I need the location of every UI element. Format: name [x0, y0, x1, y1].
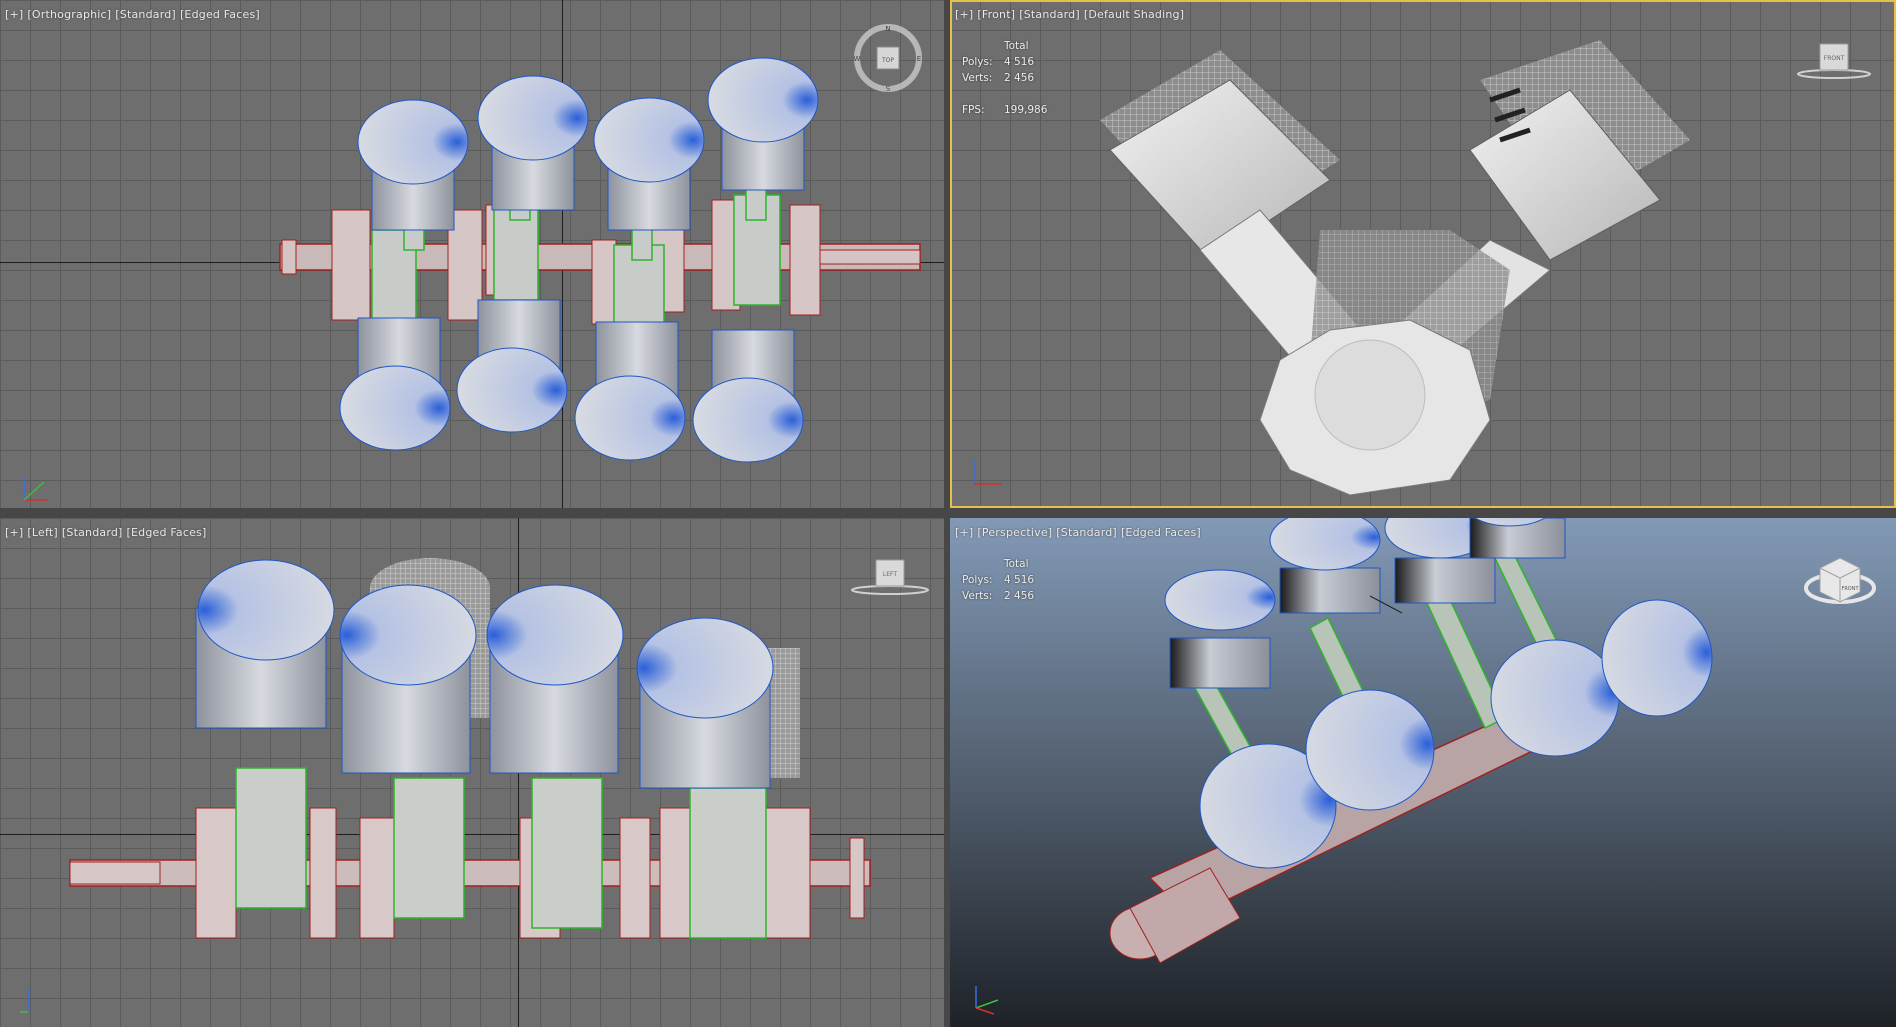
piston	[477, 75, 589, 211]
engine-model-front-view[interactable]	[950, 0, 1896, 508]
polys-label: Polys:	[962, 56, 993, 68]
viewport-label[interactable]: [+] [Perspective] [Standard] [Edged Faces]	[955, 526, 1205, 539]
viewport-label[interactable]: [+] [Left] [Standard] [Edged Faces]	[5, 526, 210, 539]
viewport-pov-label[interactable]: [Orthographic]	[27, 8, 111, 21]
engine-model-perspective-view[interactable]	[950, 518, 1896, 1027]
world-axis-tripod-icon	[973, 460, 1002, 485]
piston	[1305, 689, 1435, 811]
piston	[1164, 569, 1276, 689]
viewcube-face-label: FRONT	[1824, 55, 1845, 62]
stats-header: Total	[1004, 40, 1029, 52]
viewport-quality-label[interactable]: [Standard]	[1019, 8, 1080, 21]
viewport-shading-label[interactable]: [Edged Faces]	[180, 8, 260, 21]
piston	[574, 321, 686, 461]
viewport-front[interactable]: [+] [Front] [Standard] [Default Shading] To…	[950, 0, 1896, 508]
viewport-label[interactable]: [+] [Orthographic] [Standard] [Edged Faces]	[5, 8, 264, 21]
viewport-shading-label[interactable]: [Edged Faces]	[1121, 526, 1201, 539]
polys-value: 4 516	[1004, 56, 1035, 68]
compass-north: N	[885, 25, 890, 33]
compass-south: S	[886, 85, 891, 93]
verts-label: Verts:	[962, 72, 993, 84]
piston	[1601, 599, 1713, 717]
viewport-pov-label[interactable]: [Front]	[977, 8, 1015, 21]
pistons-bottom-row[interactable]	[339, 299, 804, 463]
piston	[692, 329, 804, 463]
viewport-perspective[interactable]: [+] [Perspective] [Standard] [Edged Faces] …	[950, 518, 1896, 1027]
engine-model-left-view[interactable]	[0, 518, 944, 1027]
viewport-quality-label[interactable]: [Standard]	[1056, 526, 1117, 539]
fps-value: 199,986	[1004, 104, 1048, 116]
verts-value: 2 456	[1004, 72, 1035, 84]
piston	[636, 617, 774, 789]
viewport-menu-plus[interactable]: [+]	[5, 526, 23, 539]
piston	[486, 584, 624, 774]
engine-model-top-view[interactable]	[0, 0, 944, 508]
fps-label: FPS:	[962, 104, 985, 116]
piston	[1269, 518, 1381, 614]
viewport-menu-plus[interactable]: [+]	[5, 8, 23, 21]
viewcube-face-label: LEFT	[883, 571, 897, 578]
verts-value: 2 456	[1004, 590, 1035, 602]
compass-east: E	[917, 55, 921, 63]
piston	[339, 584, 477, 774]
viewport-splitter-vertical[interactable]	[944, 0, 950, 1027]
viewport-shading-label[interactable]: [Default Shading]	[1084, 8, 1184, 21]
viewport-menu-plus[interactable]: [+]	[955, 8, 973, 21]
crank-journal[interactable]	[1314, 339, 1426, 451]
world-axis-tripod-icon	[20, 988, 29, 1013]
piston	[707, 57, 819, 191]
viewcube[interactable]: LEFT	[850, 556, 930, 596]
polys-value: 4 516	[1004, 574, 1035, 586]
viewport-left[interactable]: [+] [Left] [Standard] [Edged Faces] LEFT	[0, 518, 944, 1027]
compass-west: W	[854, 55, 861, 63]
piston	[339, 317, 451, 451]
viewcube[interactable]: FRONT	[1800, 544, 1880, 614]
viewport-pov-label[interactable]: [Left]	[27, 526, 57, 539]
stats-header: Total	[1004, 558, 1029, 570]
viewport-orthographic[interactable]: [+] [Orthographic] [Standard] [Edged Faces]…	[0, 0, 944, 508]
viewport-label[interactable]: [+] [Front] [Standard] [Default Shading]	[955, 8, 1188, 21]
viewcube-face-label: TOP	[881, 57, 894, 64]
world-axis-tripod-icon	[975, 986, 999, 1015]
viewcube-face-label: FRONT	[1841, 586, 1859, 592]
verts-label: Verts:	[962, 590, 993, 602]
viewcube[interactable]: FRONT	[1796, 40, 1872, 80]
viewport-shading-label[interactable]: [Edged Faces]	[127, 526, 207, 539]
piston	[593, 97, 705, 231]
viewport-quality-label[interactable]: [Standard]	[115, 8, 176, 21]
viewport-menu-plus[interactable]: [+]	[955, 526, 973, 539]
piston	[1469, 518, 1566, 559]
world-axis-tripod-icon	[23, 478, 48, 501]
stats-overlay: Total Polys: 4 516 Verts: 2 456	[962, 556, 1034, 604]
polys-label: Polys:	[962, 574, 993, 586]
piston	[357, 99, 469, 231]
viewport-pov-label[interactable]: [Perspective]	[977, 526, 1052, 539]
piston	[1490, 639, 1620, 757]
viewport-quality-label[interactable]: [Standard]	[62, 526, 123, 539]
viewcube-compass[interactable]: TOP N E S W	[852, 22, 924, 94]
piston	[195, 559, 335, 729]
stats-overlay: Total Polys: 4 516 Verts: 2 456 FPS: 199,98…	[962, 38, 1047, 118]
